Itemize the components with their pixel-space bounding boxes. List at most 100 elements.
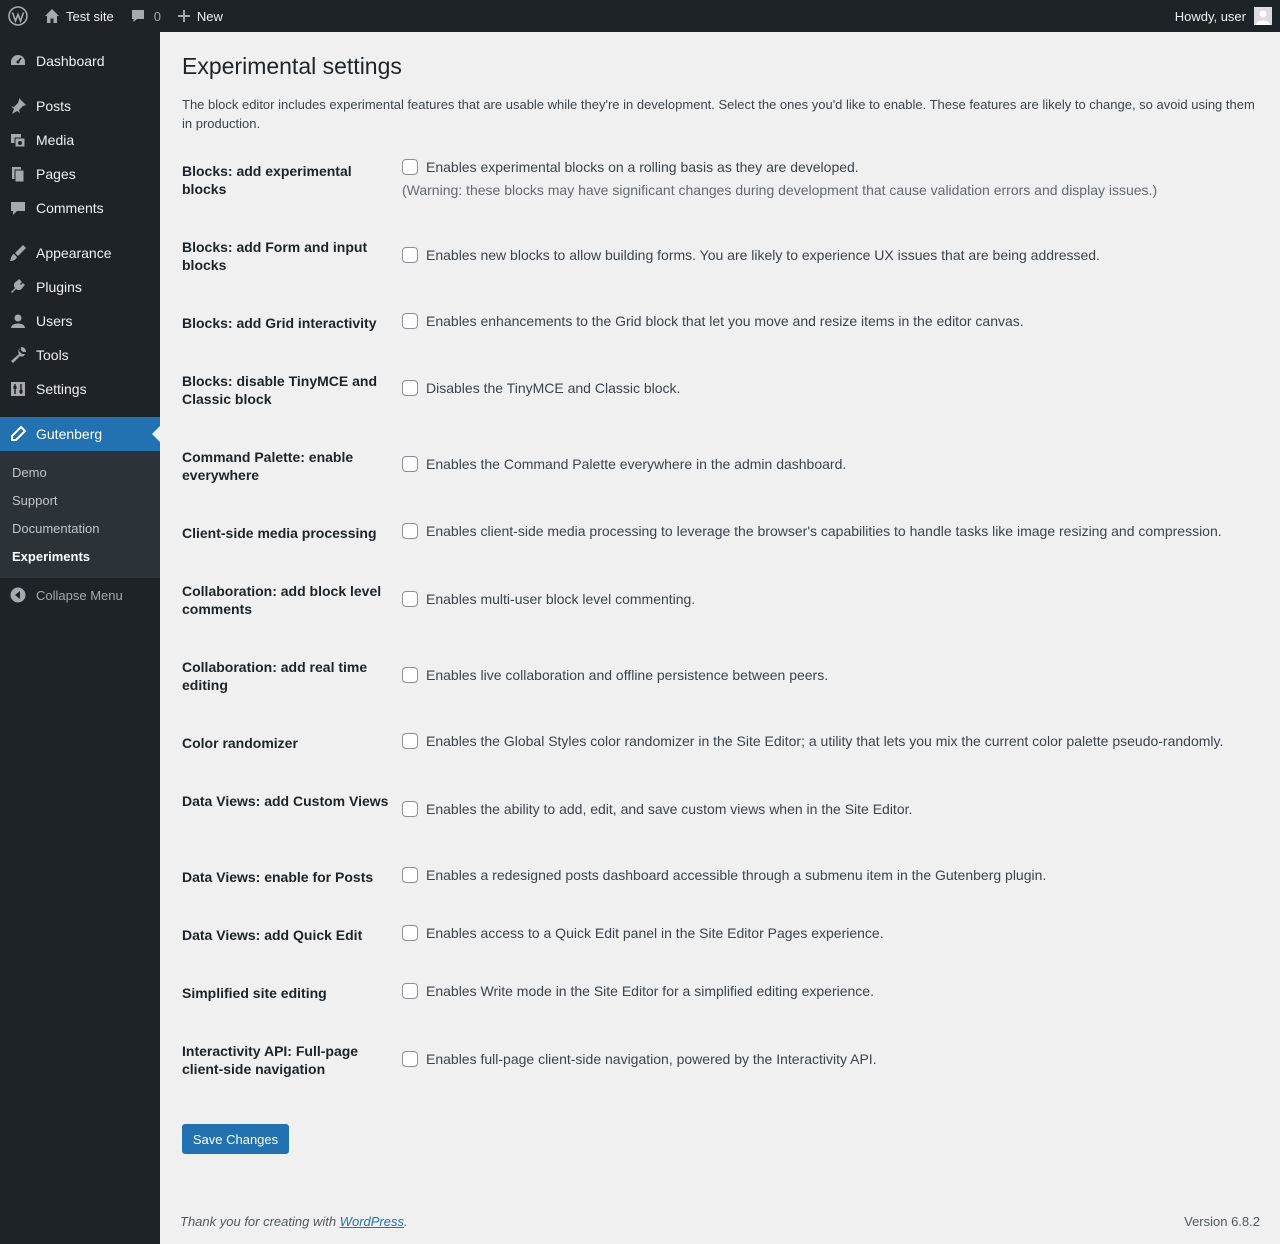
comment-bubble-icon	[130, 8, 146, 24]
menu-item-gutenberg[interactable]: Gutenberg	[0, 417, 160, 451]
avatar	[1254, 7, 1272, 25]
menu-item-comments[interactable]: Comments	[0, 191, 160, 225]
setting-description: Enables a redesigned posts dashboard acc…	[426, 867, 1047, 883]
setting-row: Blocks: add Form and input blocks Enable…	[182, 230, 1260, 306]
setting-description: Enables multi-user block level commentin…	[426, 591, 696, 607]
setting-row: Data Views: enable for Posts Enables a r…	[182, 860, 1260, 918]
new-label: New	[196, 8, 223, 24]
admin-sidebar: Dashboard Posts Media Pages Comments App…	[0, 32, 160, 1244]
site-name-link[interactable]: Test site	[36, 0, 122, 32]
collapse-menu-button[interactable]: Collapse Menu	[0, 578, 160, 612]
setting-checkbox[interactable]	[402, 867, 418, 883]
user-icon	[0, 312, 36, 330]
menu-item-users[interactable]: Users	[0, 304, 160, 338]
plus-icon	[177, 9, 191, 23]
new-content-link[interactable]: New	[169, 0, 231, 32]
menu-label: Plugins	[36, 279, 82, 295]
setting-description: Enables the Global Styles color randomiz…	[426, 733, 1224, 749]
plug-icon	[0, 278, 36, 296]
menu-label: Pages	[36, 166, 76, 182]
setting-description: Enables enhancements to the Grid block t…	[426, 313, 1024, 329]
main-content: Experimental settings The block editor i…	[182, 32, 1260, 1110]
menu-item-tools[interactable]: Tools	[0, 338, 160, 372]
footer-thanks-suffix: .	[404, 1214, 408, 1229]
menu-label: Appearance	[36, 245, 112, 261]
setting-label: Data Views: add Quick Edit	[182, 927, 363, 943]
menu-label: Tools	[36, 347, 69, 363]
setting-description: Enables live collaboration and offline p…	[426, 667, 829, 683]
menu-item-settings[interactable]: Settings	[0, 372, 160, 406]
menu-item-dashboard[interactable]: Dashboard	[0, 44, 160, 78]
submenu-item-documentation[interactable]: Documentation	[0, 514, 160, 542]
setting-checkbox[interactable]	[402, 1051, 418, 1067]
setting-description: Enables the ability to add, edit, and sa…	[426, 801, 913, 817]
save-changes-button[interactable]: Save Changes	[182, 1124, 289, 1154]
page-intro: The block editor includes experimental f…	[182, 97, 1255, 131]
setting-row: Blocks: add Grid interactivity Enables e…	[182, 306, 1260, 364]
setting-checkbox[interactable]	[402, 733, 418, 749]
setting-checkbox[interactable]	[402, 159, 418, 175]
admin-bar: Test site 0 New Howdy, user	[0, 0, 1280, 32]
footer-thanks-text: Thank you for creating with	[180, 1214, 340, 1229]
setting-label: Blocks: add experimental blocks	[182, 163, 352, 197]
setting-label: Blocks: add Grid interactivity	[182, 315, 377, 331]
menu-item-appearance[interactable]: Appearance	[0, 236, 160, 270]
media-icon	[0, 131, 36, 149]
setting-checkbox[interactable]	[402, 456, 418, 472]
pencil-icon	[0, 425, 36, 443]
setting-checkbox[interactable]	[402, 313, 418, 329]
setting-checkbox[interactable]	[402, 983, 418, 999]
setting-checkbox[interactable]	[402, 380, 418, 396]
setting-label: Interactivity API: Full-page client-side…	[182, 1043, 359, 1077]
gutenberg-submenu: Demo Support Documentation Experiments	[0, 451, 160, 578]
setting-label: Command Palette: enable everywhere	[182, 449, 354, 483]
submenu-item-support[interactable]: Support	[0, 486, 160, 514]
wordpress-link[interactable]: WordPress	[340, 1214, 404, 1229]
setting-checkbox[interactable]	[402, 925, 418, 941]
setting-checkbox[interactable]	[402, 523, 418, 539]
setting-label: Collaboration: add real time editing	[182, 659, 368, 693]
setting-row: Simplified site editing Enables Write mo…	[182, 976, 1260, 1034]
setting-row: Collaboration: add real time editing Ena…	[182, 650, 1260, 726]
menu-item-posts[interactable]: Posts	[0, 89, 160, 123]
comments-count: 0	[153, 8, 161, 24]
wordpress-logo-icon[interactable]	[0, 0, 36, 32]
pin-icon	[0, 97, 36, 115]
setting-description: Enables full-page client-side navigation…	[426, 1051, 877, 1067]
wrench-icon	[0, 346, 36, 364]
comments-link[interactable]: 0	[122, 0, 169, 32]
menu-item-plugins[interactable]: Plugins	[0, 270, 160, 304]
setting-label: Data Views: add Custom Views	[182, 793, 389, 809]
menu-label: Dashboard	[36, 53, 105, 69]
menu-label: Users	[36, 313, 73, 329]
setting-description: Enables new blocks to allow building for…	[426, 247, 1100, 263]
site-name: Test site	[66, 8, 114, 24]
brush-icon	[0, 244, 36, 262]
setting-row: Blocks: disable TinyMCE and Classic bloc…	[182, 364, 1260, 440]
footer: Thank you for creating with WordPress. V…	[180, 1214, 1260, 1229]
collapse-label: Collapse Menu	[36, 587, 123, 603]
menu-label: Settings	[36, 381, 87, 397]
setting-description: Disables the TinyMCE and Classic block.	[426, 380, 681, 396]
setting-checkbox[interactable]	[402, 667, 418, 683]
setting-row: Data Views: add Quick Edit Enables acces…	[182, 918, 1260, 976]
menu-item-pages[interactable]: Pages	[0, 157, 160, 191]
setting-description: Enables Write mode in the Site Editor fo…	[426, 983, 874, 999]
setting-label: Blocks: add Form and input blocks	[182, 239, 368, 273]
setting-row: Blocks: add experimental blocks Enables …	[182, 154, 1260, 230]
submenu-item-demo[interactable]: Demo	[0, 458, 160, 486]
submenu-item-experiments[interactable]: Experiments	[0, 542, 160, 570]
setting-row: Color randomizer Enables the Global Styl…	[182, 726, 1260, 784]
menu-item-media[interactable]: Media	[0, 123, 160, 157]
setting-checkbox[interactable]	[402, 247, 418, 263]
account-menu[interactable]: Howdy, user	[1167, 0, 1280, 32]
setting-label: Data Views: enable for Posts	[182, 869, 374, 885]
setting-checkbox[interactable]	[402, 591, 418, 607]
setting-checkbox[interactable]	[402, 801, 418, 817]
collapse-arrow-icon	[0, 587, 36, 603]
comments-icon	[0, 199, 36, 217]
setting-row: Interactivity API: Full-page client-side…	[182, 1034, 1260, 1110]
setting-label: Client-side media processing	[182, 525, 377, 541]
howdy-text: Howdy, user	[1174, 8, 1246, 24]
page-title: Experimental settings	[182, 53, 402, 79]
